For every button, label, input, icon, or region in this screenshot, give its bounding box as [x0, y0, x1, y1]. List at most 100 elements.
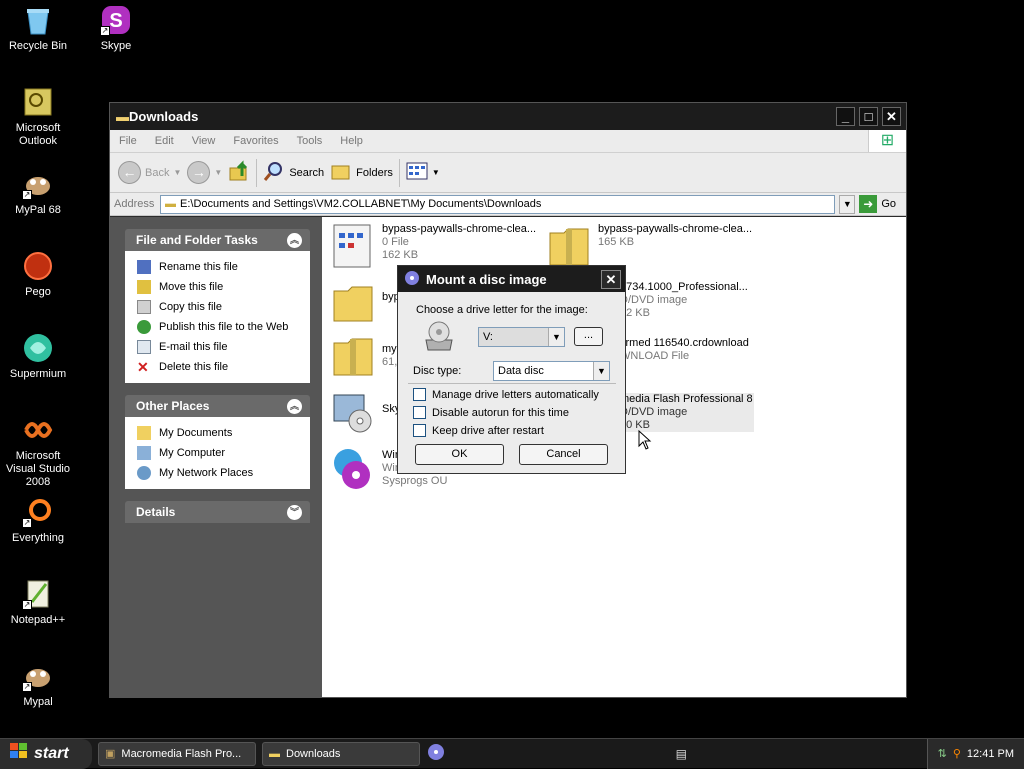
file-size: 52 KB: [620, 307, 650, 319]
checkbox-box[interactable]: [413, 424, 426, 437]
mypal68-shortcut[interactable]: ↗ MyPal 68: [0, 168, 76, 217]
cancel-button[interactable]: Cancel: [519, 444, 608, 465]
file-item[interactable]: bypass-paywalls-chrome-clea... 0 File 162 …: [330, 223, 536, 269]
details-header[interactable]: Details ︾: [125, 501, 310, 523]
menu-tools[interactable]: Tools: [288, 135, 332, 147]
other-places-header[interactable]: Other Places ︽: [125, 395, 310, 417]
views-icon: [406, 162, 428, 183]
close-button[interactable]: ✕: [882, 107, 901, 126]
everything-shortcut[interactable]: ↗ Everything: [0, 496, 76, 545]
outlook-icon: [22, 86, 54, 118]
forward-button[interactable]: → ▼: [187, 161, 222, 184]
start-label: start: [34, 744, 69, 762]
collapse-icon[interactable]: ︽: [287, 232, 302, 248]
skype-shortcut[interactable]: S ↗ Skype: [78, 4, 154, 53]
visual-studio-shortcut[interactable]: Microsoft Visual Studio 2008: [0, 414, 76, 489]
disc-type-value: Data disc: [498, 365, 544, 377]
task-copy[interactable]: Copy this file: [137, 297, 302, 317]
disc-type-select[interactable]: Data disc ▼: [493, 361, 610, 381]
drive-letter-select[interactable]: V: ▼: [478, 327, 565, 347]
file-item[interactable]: myp 61,: [330, 333, 403, 379]
visual-studio-icon: [22, 414, 54, 446]
menu-help[interactable]: Help: [331, 135, 372, 147]
menu-favorites[interactable]: Favorites: [224, 135, 287, 147]
menu-file[interactable]: File: [110, 135, 146, 147]
search-tray-icon[interactable]: ⚲: [953, 747, 961, 760]
go-label[interactable]: Go: [881, 198, 902, 210]
maximize-button[interactable]: □: [859, 107, 878, 126]
checkbox-box[interactable]: [413, 406, 426, 419]
folders-button[interactable]: Folders: [330, 160, 393, 185]
menu-view[interactable]: View: [183, 135, 225, 147]
ok-button[interactable]: OK: [415, 444, 504, 465]
drive-icon: [422, 320, 456, 355]
pego-shortcut[interactable]: Pego: [0, 250, 76, 299]
outlook-shortcut[interactable]: Microsoft Outlook: [0, 86, 76, 148]
desktop-icon-label: Skype: [100, 40, 132, 52]
disable-autorun-checkbox[interactable]: Disable autorun for this time: [413, 406, 569, 419]
up-folder-icon: [228, 160, 250, 185]
network-tray-icon[interactable]: ⇅: [938, 747, 947, 760]
supermium-shortcut[interactable]: Supermium: [0, 332, 76, 381]
file-company: Sysprogs OU: [382, 475, 448, 487]
forward-dropdown-icon: ▼: [214, 168, 223, 177]
menu-edit[interactable]: Edit: [146, 135, 183, 147]
file-item[interactable]: firmed 116540.crdownload WNLOAD File: [620, 337, 749, 363]
address-bar: Address ▬ E:\Documents and Settings\VM2.…: [110, 193, 906, 216]
dialog-titlebar[interactable]: Mount a disc image ✕: [398, 266, 625, 292]
taskbar-item-flash[interactable]: ▣ Macromedia Flash Pro...: [98, 741, 256, 766]
collapse-icon[interactable]: ︽: [287, 398, 302, 414]
file-item[interactable]: bypass-paywalls-chrome-clea... 165 KB: [546, 223, 752, 269]
task-rename[interactable]: Rename this file: [137, 257, 302, 277]
manage-letters-checkbox[interactable]: Manage drive letters automatically: [413, 388, 599, 401]
skype-icon: S ↗: [100, 4, 132, 36]
windows-logo-icon: ⊞: [868, 130, 906, 152]
search-button[interactable]: Search: [263, 160, 324, 185]
file-item[interactable]: 4734.1000_Professional... D/DVD image 52 K…: [620, 281, 748, 320]
panel-title: Details: [136, 505, 176, 519]
expand-icon[interactable]: ︾: [287, 504, 302, 520]
taskbar-item-downloads[interactable]: ▬ Downloads: [262, 741, 420, 766]
keyboard-icon[interactable]: ▤: [676, 747, 687, 761]
task-publish[interactable]: Publish this file to the Web: [137, 317, 302, 337]
file-tasks-header[interactable]: File and Folder Tasks ︽: [125, 229, 310, 251]
minimize-button[interactable]: _: [836, 107, 855, 126]
notepadpp-shortcut[interactable]: ↗ Notepad++: [0, 578, 76, 627]
recycle-bin-shortcut[interactable]: Recycle Bin: [0, 4, 76, 53]
file-item[interactable]: Sky: [330, 389, 400, 435]
place-my-computer[interactable]: My Computer: [137, 443, 302, 463]
desktop-icon-label: Microsoft Outlook: [15, 122, 61, 147]
zip-folder-icon: [330, 333, 376, 379]
address-dropdown-button[interactable]: ▼: [839, 194, 856, 214]
keep-drive-checkbox[interactable]: Keep drive after restart: [413, 424, 544, 437]
file-name: bypass-paywalls-chrome-clea...: [382, 223, 537, 235]
views-button[interactable]: ▼: [406, 162, 440, 183]
address-input[interactable]: ▬ E:\Documents and Settings\VM2.COLLABNE…: [160, 194, 836, 214]
place-my-documents[interactable]: My Documents: [137, 423, 302, 443]
file-tasks-panel: File and Folder Tasks ︽ Rename this file…: [125, 229, 310, 383]
drive-prompt: Choose a drive letter for the image:: [416, 304, 588, 316]
task-label: Copy this file: [159, 301, 222, 313]
browse-button[interactable]: ...: [574, 327, 603, 346]
task-email[interactable]: E-mail this file: [137, 337, 302, 357]
checkbox-box[interactable]: [413, 388, 426, 401]
taskbar-item-mount[interactable]: [426, 742, 450, 766]
up-folder-button[interactable]: [228, 160, 250, 185]
go-arrow-icon[interactable]: ➜: [859, 195, 878, 213]
dialog-close-button[interactable]: ✕: [601, 269, 621, 289]
place-network[interactable]: My Network Places: [137, 463, 302, 483]
mypal-shortcut[interactable]: ↗ Mypal: [0, 660, 76, 709]
panel-title: File and Folder Tasks: [136, 233, 258, 247]
file-item[interactable]: byp: [330, 281, 400, 327]
dialog-title: Mount a disc image: [426, 271, 547, 287]
panel-title: Other Places: [136, 399, 210, 413]
task-move[interactable]: Move this file: [137, 277, 302, 297]
task-delete[interactable]: ✕ Delete this file: [137, 357, 302, 377]
pego-icon: [22, 250, 54, 282]
back-button[interactable]: ← Back ▼: [118, 161, 181, 184]
window-titlebar[interactable]: ▬ Downloads _ □ ✕: [110, 103, 906, 130]
place-label: My Documents: [159, 427, 233, 439]
start-button[interactable]: start: [0, 738, 92, 769]
file-item-selected[interactable]: media Flash Professional 8 D/DVD image 30 …: [620, 393, 754, 432]
file-size: 162 KB: [382, 249, 419, 261]
